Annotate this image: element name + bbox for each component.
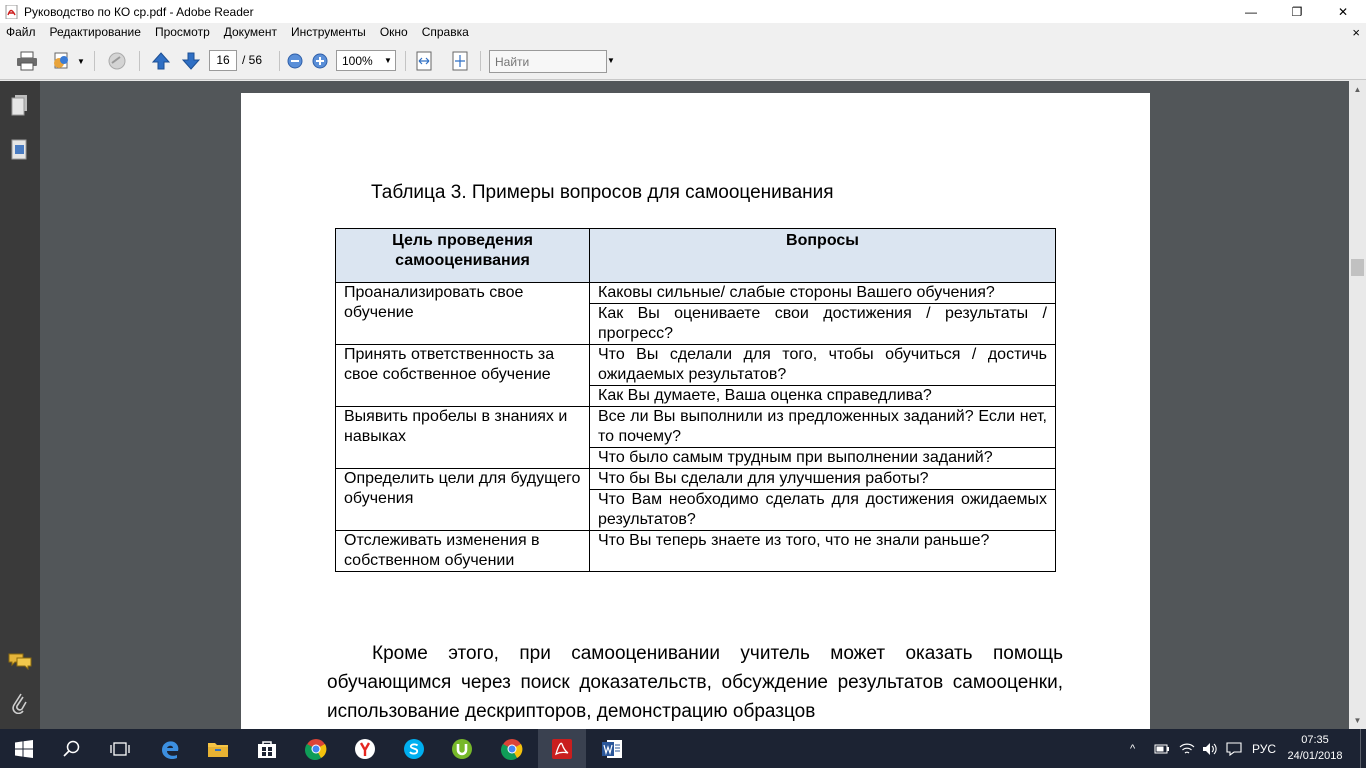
table-header-questions: Вопросы xyxy=(589,228,1056,283)
clock-date: 24/01/2018 xyxy=(1287,750,1343,762)
document-close-button[interactable]: × xyxy=(1352,23,1360,42)
battery-icon[interactable] xyxy=(1154,729,1170,768)
previous-page-icon[interactable] xyxy=(149,50,173,72)
table-header-row: Цель проведения самооценивания Вопросы xyxy=(335,228,1056,283)
menu-window[interactable]: Окно xyxy=(373,23,415,42)
questions-table: Цель проведения самооценивания Вопросы П… xyxy=(335,228,1056,572)
network-icon[interactable] xyxy=(1179,729,1195,768)
navigation-panel xyxy=(0,81,40,729)
zoom-out-icon[interactable] xyxy=(286,50,304,72)
chrome-icon[interactable] xyxy=(488,729,536,768)
word-icon[interactable] xyxy=(588,729,636,768)
menu-view[interactable]: Просмотр xyxy=(148,23,217,42)
menu-edit[interactable]: Редактирование xyxy=(43,23,148,42)
table-cell-question: Как Вы оцениваете свои достижения / резу… xyxy=(589,303,1056,345)
share-icon[interactable] xyxy=(49,50,75,72)
chevron-down-icon[interactable]: ▼ xyxy=(607,56,615,65)
menu-file[interactable]: Файл xyxy=(0,23,43,42)
table-row: Выявить пробелы в знаниях и навыках Все … xyxy=(335,406,1056,469)
paragraph-text: Кроме этого, при самооценивании учитель … xyxy=(327,643,1063,722)
table-cell-question: Что Вы теперь знаете из того, что не зна… xyxy=(589,530,1056,572)
clock[interactable]: 07:35 24/01/2018 xyxy=(1284,732,1346,764)
clock-time: 07:35 xyxy=(1301,734,1329,746)
show-desktop-button[interactable] xyxy=(1360,729,1366,768)
taskbar: ^ РУС 07:35 24/01/2018 xyxy=(0,729,1366,768)
table-cell-question: Все ли Вы выполнили из предложенных зада… xyxy=(589,406,1056,448)
file-explorer-icon[interactable] xyxy=(194,729,242,768)
sign-icon[interactable] xyxy=(104,50,130,72)
next-page-icon[interactable] xyxy=(179,50,203,72)
title-bar: Руководство по КО ср.pdf - Adobe Reader … xyxy=(0,0,1366,23)
scroll-up-icon[interactable]: ▲ xyxy=(1349,81,1366,98)
search-icon[interactable] xyxy=(48,729,96,768)
notifications-icon[interactable] xyxy=(1226,729,1242,768)
page-number-input[interactable]: 16 xyxy=(209,50,237,71)
menu-bar: Файл Редактирование Просмотр Документ Ин… xyxy=(0,23,1366,42)
task-view-icon[interactable] xyxy=(96,729,144,768)
body-paragraph: Кроме этого, при самооценивании учитель … xyxy=(327,639,1063,726)
attachments-pages-icon[interactable] xyxy=(8,138,32,162)
find-input[interactable] xyxy=(490,54,600,69)
zoom-select[interactable]: 100% ▼ xyxy=(336,50,396,71)
zoom-in-icon[interactable] xyxy=(311,50,329,72)
start-icon[interactable] xyxy=(0,729,48,768)
table-row: Определить цели для будущего обучения Чт… xyxy=(335,468,1056,531)
fit-width-icon[interactable] xyxy=(413,50,435,72)
table-row: Принять ответственность за свое собствен… xyxy=(335,344,1056,407)
table-cell-question: Что бы Вы сделали для улучшения работы? xyxy=(589,468,1056,490)
table-cell-question: Что было самым трудным при выполнении за… xyxy=(589,447,1056,469)
table-caption: Таблица 3. Примеры вопросов для самооцен… xyxy=(371,182,834,203)
menu-help[interactable]: Справка xyxy=(415,23,476,42)
table-cell-goal: Проанализировать свое обучение xyxy=(335,282,590,345)
skype-icon[interactable] xyxy=(390,729,438,768)
menu-tools[interactable]: Инструменты xyxy=(284,23,373,42)
table-cell-question: Как Вы думаете, Ваша оценка справедлива? xyxy=(589,385,1056,407)
table-cell-question: Что Вы сделали для того, чтобы обучиться… xyxy=(589,344,1056,386)
paperclip-icon[interactable] xyxy=(8,691,32,715)
minimize-button[interactable]: — xyxy=(1228,0,1274,23)
table-header-goal: Цель проведения самооценивания xyxy=(335,228,590,283)
table-cell-question: Каковы сильные/ слабые стороны Вашего об… xyxy=(589,282,1056,304)
chrome-icon[interactable] xyxy=(292,729,340,768)
table-row: Отслеживать изменения в собственном обуч… xyxy=(335,530,1056,572)
adobe-reader-icon xyxy=(5,4,19,19)
language-indicator[interactable]: РУС xyxy=(1252,729,1276,768)
chevron-down-icon[interactable]: ▼ xyxy=(381,56,395,65)
fit-page-icon[interactable] xyxy=(449,50,471,72)
window-title: Руководство по КО ср.pdf - Adobe Reader xyxy=(24,4,254,19)
page-total: / 56 xyxy=(242,53,263,67)
scrollbar-thumb[interactable] xyxy=(1351,259,1364,276)
volume-icon[interactable] xyxy=(1202,729,1218,768)
chevron-down-icon[interactable]: ▼ xyxy=(76,50,86,72)
print-icon[interactable] xyxy=(14,50,40,72)
close-button[interactable]: ✕ xyxy=(1320,0,1366,23)
table-cell-goal: Выявить пробелы в знаниях и навыках xyxy=(335,406,590,469)
table-cell-goal: Отслеживать изменения в собственном обуч… xyxy=(335,530,590,572)
store-icon[interactable] xyxy=(243,729,291,768)
comments-icon[interactable] xyxy=(8,649,32,673)
table-row: Проанализировать свое обучение Каковы си… xyxy=(335,282,1056,345)
table-cell-question: Что Вам необходимо сделать для достижени… xyxy=(589,489,1056,531)
document-view[interactable]: Таблица 3. Примеры вопросов для самооцен… xyxy=(40,81,1349,729)
zoom-value: 100% xyxy=(342,53,373,68)
find-field[interactable] xyxy=(489,50,607,73)
menu-document[interactable]: Документ xyxy=(217,23,284,42)
show-hidden-icons[interactable]: ^ xyxy=(1130,729,1135,768)
toolbar: ▼ xyxy=(0,42,1366,80)
vertical-scrollbar[interactable]: ▲ ▼ xyxy=(1349,81,1366,729)
table-cell-goal: Принять ответственность за свое собствен… xyxy=(335,344,590,407)
scroll-down-icon[interactable]: ▼ xyxy=(1349,712,1366,729)
table-cell-goal: Определить цели для будущего обучения xyxy=(335,468,590,531)
pdf-page: Таблица 3. Примеры вопросов для самооцен… xyxy=(241,93,1150,729)
page-thumbnails-icon[interactable] xyxy=(8,93,32,117)
yandex-browser-icon[interactable] xyxy=(341,729,389,768)
edge-icon[interactable] xyxy=(146,729,194,768)
adobe-reader-icon[interactable] xyxy=(538,729,586,768)
maximize-button[interactable]: ❐ xyxy=(1274,0,1320,23)
utorrent-icon[interactable] xyxy=(438,729,486,768)
